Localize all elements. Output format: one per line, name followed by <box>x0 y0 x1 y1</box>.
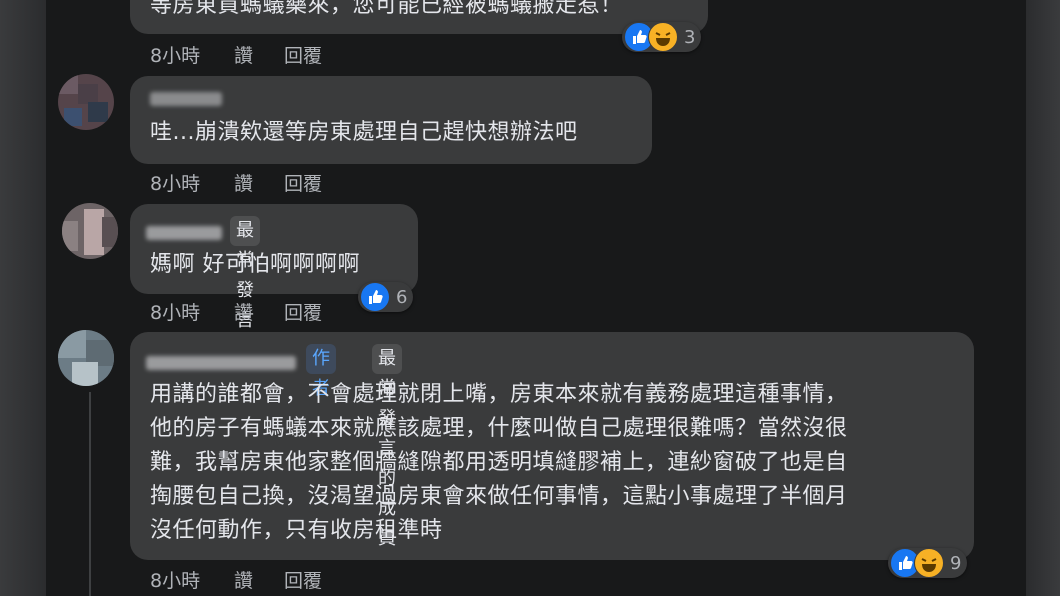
comment-text: 媽啊 好可怕啊啊啊啊 <box>150 252 360 277</box>
reply-button[interactable]: 回覆 <box>284 566 322 593</box>
like-button[interactable]: 讚 <box>234 41 253 68</box>
comment-time[interactable]: 8小時 <box>150 298 200 325</box>
comment-text: 哇...崩潰欸還等房東處理自己趕快想辦法吧 <box>150 120 578 145</box>
comment-time[interactable]: 8小時 <box>150 41 200 68</box>
avatar[interactable] <box>58 330 114 386</box>
commenter-name[interactable] <box>146 226 222 240</box>
like-reaction-icon <box>360 282 390 312</box>
reaction-summary[interactable]: 6 <box>358 282 414 312</box>
comment-text-line-3: 難，我幫房東他家整個牆縫隙都用透明填縫膠補上，連紗窗破了也是自 <box>150 450 848 475</box>
avatar[interactable] <box>62 203 118 259</box>
left-frame-edge <box>0 0 46 596</box>
reply-button[interactable]: 回覆 <box>284 169 322 196</box>
reply-button[interactable]: 回覆 <box>284 41 322 68</box>
comment-time[interactable]: 8小時 <box>150 566 200 593</box>
haha-reaction-icon <box>914 548 944 578</box>
commenter-name[interactable] <box>146 356 296 370</box>
top-contributor-badge: 最常發言的成員 <box>372 344 402 549</box>
reaction-count: 9 <box>950 552 962 574</box>
reaction-summary[interactable]: 3 <box>622 22 702 52</box>
reaction-count: 3 <box>684 26 696 48</box>
comment-text-line-4: 掏腰包自己換，沒渴望過房東會來做任何事情，這點小事處理了半個月 <box>150 484 848 509</box>
comment-text-line-5: 沒任何動作，只有收房租準時 <box>150 518 443 543</box>
comment-text-line-1: 用講的誰都會，不會處理就閉上嘴，房東本來就有義務處理這種事情， <box>150 382 848 407</box>
avatar[interactable] <box>58 74 114 130</box>
author-badge: 作者 <box>306 344 336 399</box>
reply-button[interactable]: 回覆 <box>284 298 322 325</box>
thread-line <box>89 392 91 596</box>
commenter-name[interactable] <box>150 92 222 106</box>
like-button[interactable]: 讚 <box>234 566 253 593</box>
comment-text: 等房東買螞蟻藥來，您可能已經被螞蟻搬走惹！ <box>150 0 623 18</box>
reaction-summary[interactable]: 9 <box>888 548 968 578</box>
reaction-count: 6 <box>396 286 408 308</box>
haha-reaction-icon <box>648 22 678 52</box>
like-button[interactable]: 讚 <box>234 298 253 325</box>
right-frame-edge <box>1026 0 1060 596</box>
top-contributor-badge: 最常發言的成員 <box>230 216 260 421</box>
comment-feed: 等房東買螞蟻藥來，您可能已經被螞蟻搬走惹！ 3 8小時 讚 回覆 哇...崩潰欸… <box>46 0 1026 596</box>
comment-text-line-2: 他的房子有螞蟻本來就應該處理，什麼叫做自己處理很難嗎？當然沒很 <box>150 416 848 441</box>
like-button[interactable]: 讚 <box>234 169 253 196</box>
comment-time[interactable]: 8小時 <box>150 169 200 196</box>
